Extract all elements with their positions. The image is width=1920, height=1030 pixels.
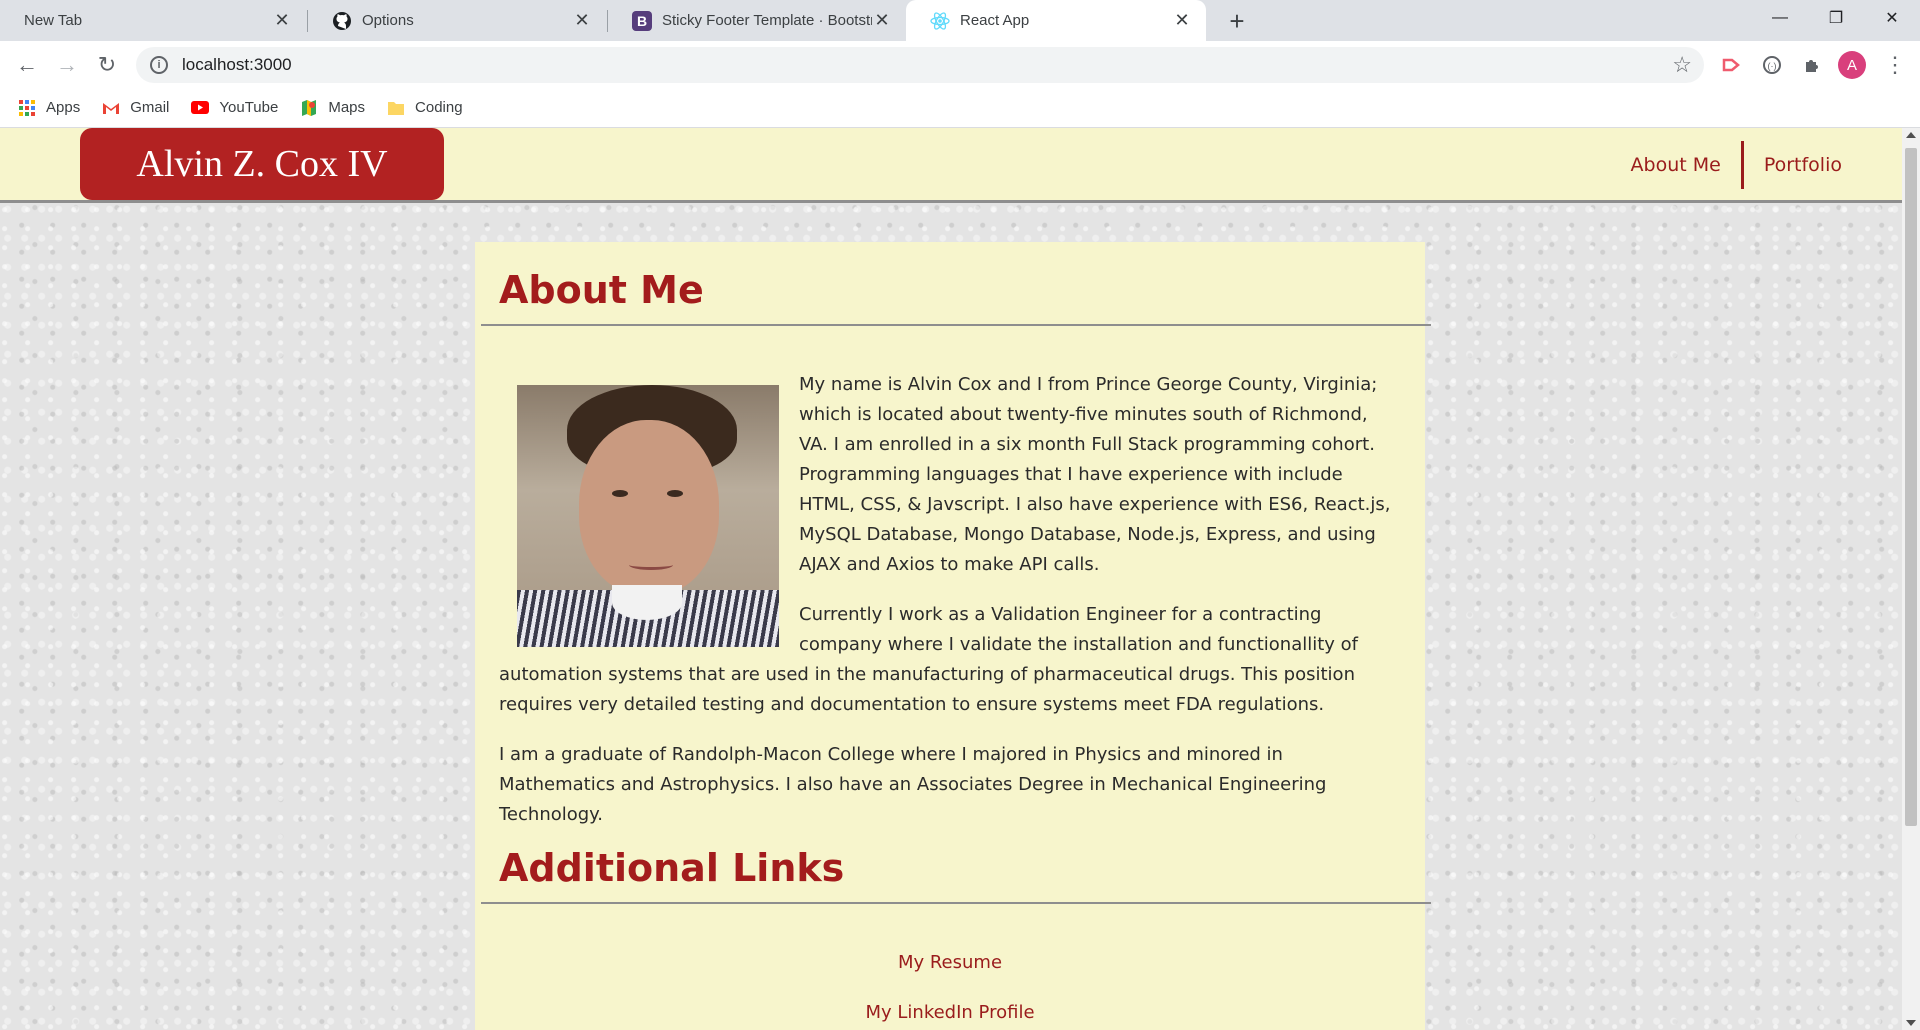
tab-label: Sticky Footer Template · Bootstra [662,12,872,29]
youtube-icon [191,99,210,117]
apps-grid-icon [18,99,36,117]
divider [481,324,1431,326]
bootstrap-icon: B [632,10,652,31]
close-icon[interactable]: ✕ [572,10,592,31]
links-heading: Additional Links [499,846,845,890]
maps-icon [300,99,318,117]
bookmark-label: Coding [415,99,463,116]
divider [481,902,1431,904]
svg-text:(·): (·) [1768,61,1777,71]
close-icon[interactable]: ✕ [1172,10,1192,31]
back-icon[interactable]: ← [10,48,44,82]
restore-icon[interactable]: ❐ [1808,0,1864,36]
profile-photo [517,385,779,647]
about-heading: About Me [499,268,704,312]
new-tab-button[interactable]: + [1222,6,1252,36]
svg-text:B: B [637,13,647,29]
content-card: About Me My name is Alvin Cox and I from… [475,242,1431,1030]
tab-strip: New Tab ✕ Options ✕ B Sticky Footer Temp… [0,0,1920,41]
reload-icon[interactable]: ↻ [90,48,124,82]
bookmark-coding[interactable]: Coding [387,99,463,117]
extensions-puzzle-icon[interactable] [1797,50,1827,80]
bookmark-label: Apps [46,99,81,116]
close-icon[interactable]: ✕ [272,10,292,31]
close-icon[interactable]: ✕ [872,10,892,31]
tab-label: React App [960,12,1030,29]
site-header: Alvin Z. Cox IV About Me Portfolio [0,128,1902,203]
page-scrollbar[interactable] [1902,128,1920,1030]
tab-label: New Tab [24,12,83,29]
extension-circle-icon[interactable]: (·) [1757,50,1787,80]
tab-new-tab[interactable]: New Tab ✕ [0,0,306,41]
bookmarks-bar: Apps Gmail YouTube Maps Coding [0,88,1920,128]
about-body: My name is Alvin Cox and I from Prince G… [499,370,1399,850]
tab-react-app[interactable]: React App ✕ [906,0,1206,41]
react-icon [930,11,950,31]
site-brand[interactable]: Alvin Z. Cox IV [80,128,444,200]
about-paragraph: I am a graduate of Randolph-Macon Colleg… [499,744,1327,825]
site-nav: About Me Portfolio [1611,141,1862,189]
github-icon [332,11,352,31]
address-bar[interactable]: i localhost:3000 ☆ [136,47,1704,83]
bookmark-label: Maps [328,99,366,116]
nav-about-me[interactable]: About Me [1611,154,1741,176]
forward-icon[interactable]: → [50,48,84,82]
bookmark-maps[interactable]: Maps [300,99,365,117]
tab-options[interactable]: Options ✕ [308,0,606,41]
tab-bootstrap[interactable]: B Sticky Footer Template · Bootstra ✕ [608,0,906,41]
folder-icon [387,99,405,117]
nav-portfolio[interactable]: Portfolio [1744,154,1862,176]
bookmark-label: YouTube [219,99,279,116]
minimize-icon[interactable]: — [1752,0,1808,36]
bookmark-apps[interactable]: Apps [18,99,80,117]
bookmark-gmail[interactable]: Gmail [102,99,169,117]
bookmark-star-icon[interactable]: ☆ [1672,52,1692,78]
cast-extension-icon[interactable] [1716,50,1746,80]
menu-kebab-icon[interactable]: ⋮ [1880,50,1910,80]
scroll-up-icon[interactable] [1906,132,1916,138]
window-close-icon[interactable]: ✕ [1864,0,1920,36]
scroll-down-icon[interactable] [1906,1020,1916,1026]
bookmark-label: Gmail [130,99,170,116]
tab-label: Options [362,12,414,29]
linkedin-link[interactable]: My LinkedIn Profile [475,1002,1425,1023]
browser-toolbar: ← → ↻ i localhost:3000 ☆ (·) A ⋮ [0,41,1920,88]
scrollbar-thumb[interactable] [1905,148,1917,826]
page-viewport: Alvin Z. Cox IV About Me Portfolio About… [0,128,1902,1030]
bookmark-youtube[interactable]: YouTube [191,99,278,117]
gmail-icon [102,99,120,117]
resume-link[interactable]: My Resume [475,952,1425,973]
address-url[interactable]: localhost:3000 [182,55,292,75]
info-icon[interactable]: i [150,56,168,74]
profile-avatar[interactable]: A [1838,51,1866,79]
